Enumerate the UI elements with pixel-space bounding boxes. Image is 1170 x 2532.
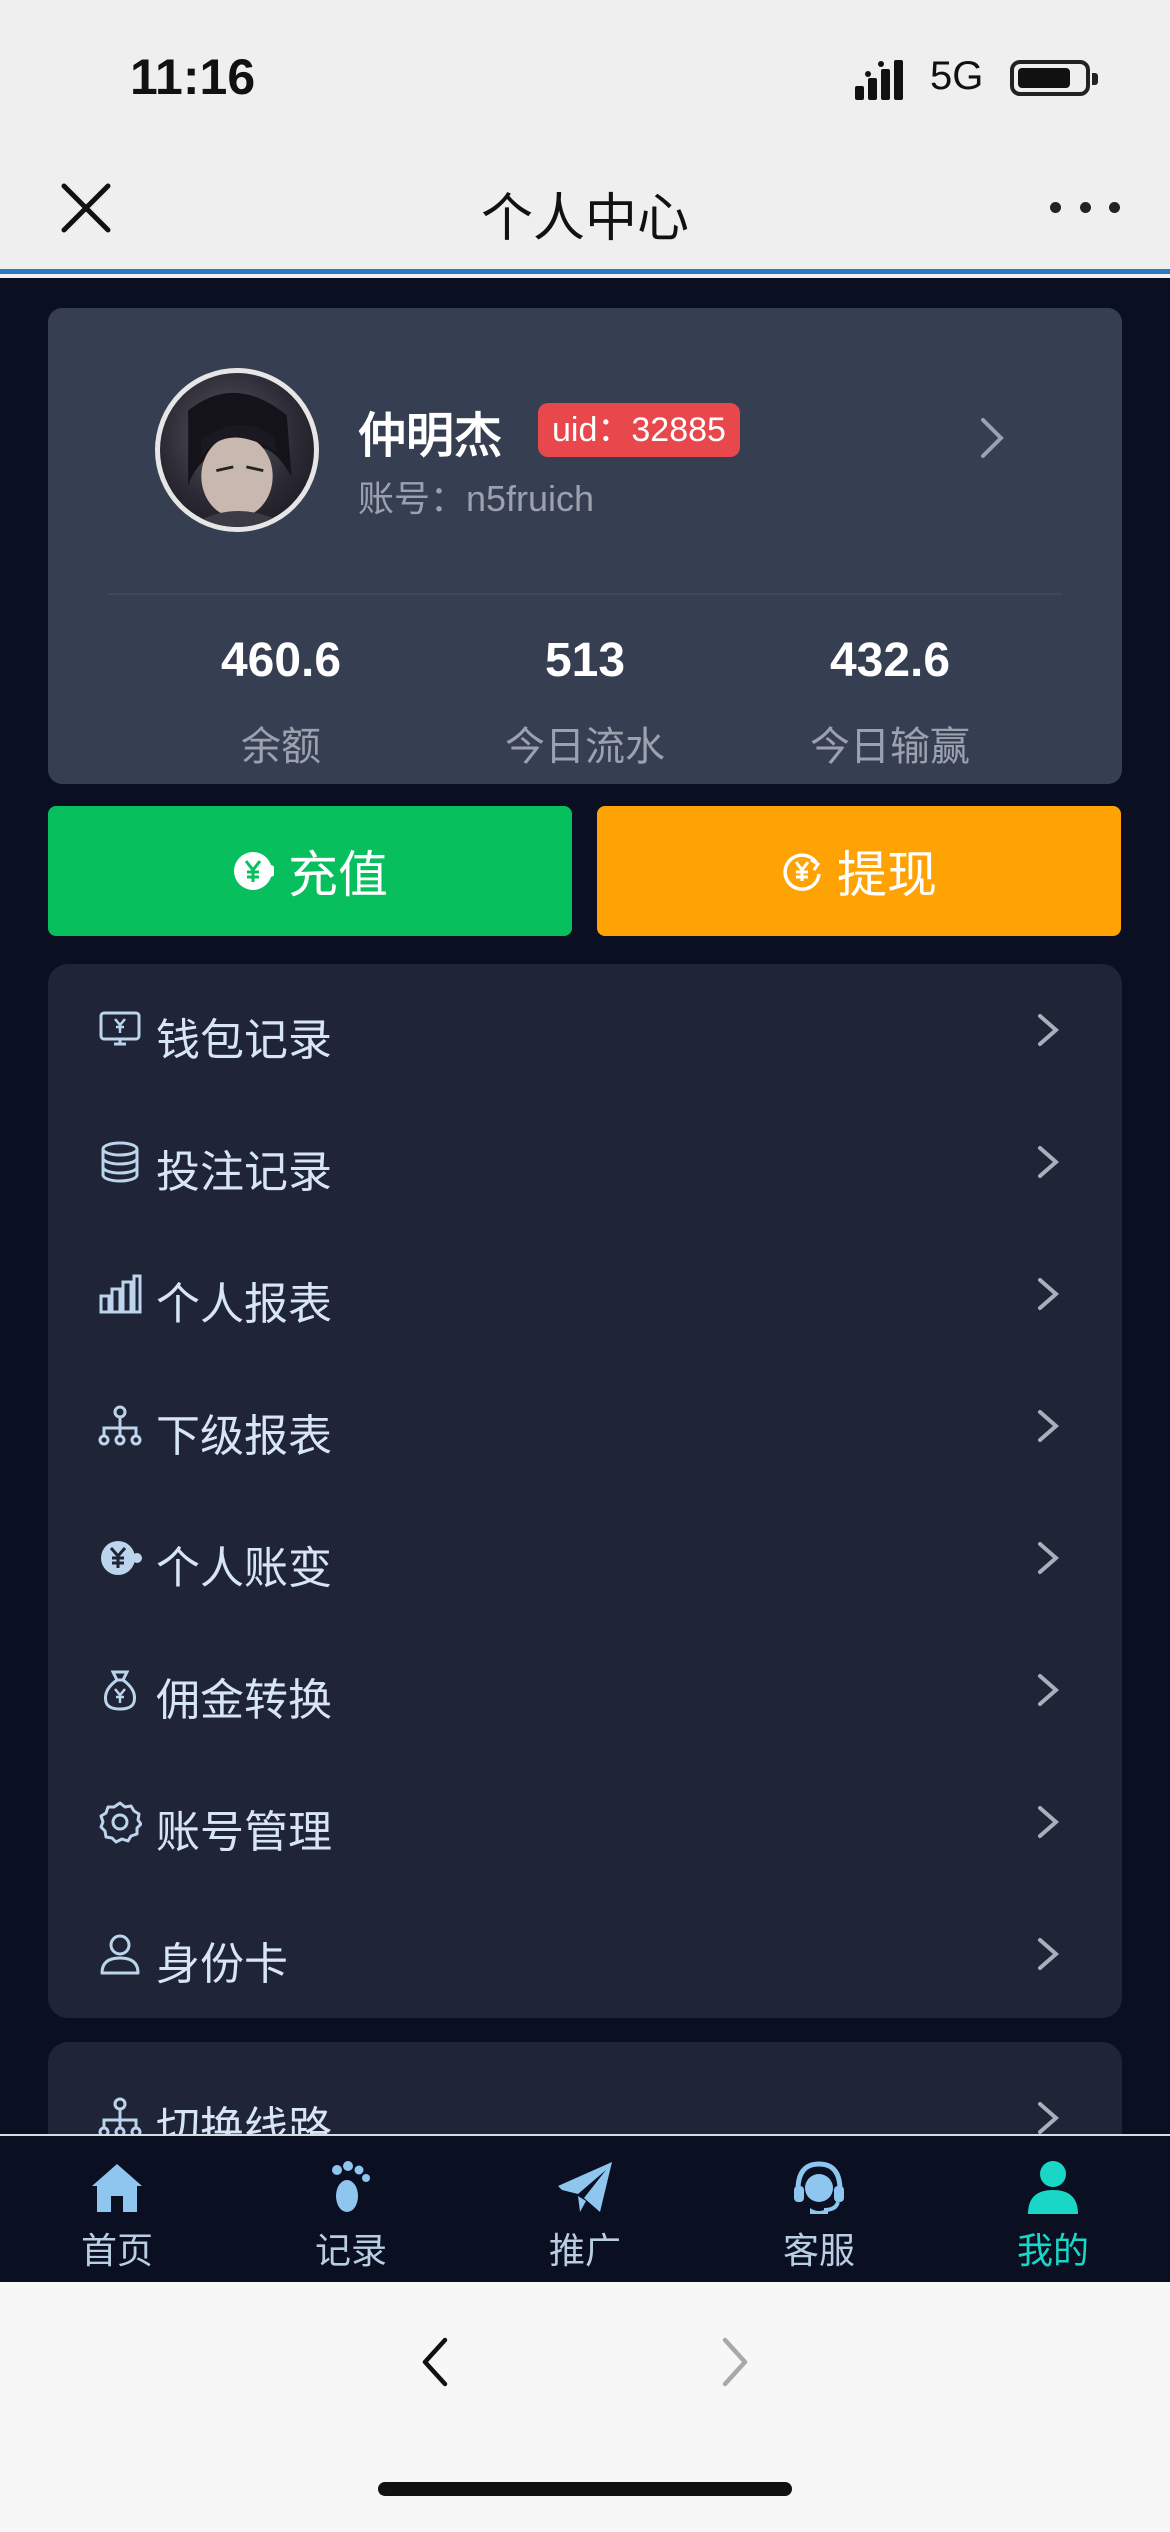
stat-value: 432.6 (829, 634, 951, 687)
stat-label: 今日输赢 (810, 725, 970, 769)
menu-item-account-changes[interactable]: 个人账变 (48, 1492, 1122, 1624)
chevron-right-icon (1038, 1146, 1060, 1178)
database-icon (101, 1141, 139, 1183)
stat-label: 今日流水 (505, 725, 665, 769)
menu-label: 切换线路 (156, 2104, 332, 2134)
avatar[interactable] (155, 368, 319, 532)
menu-item-personal-report[interactable]: 个人报表 (48, 1228, 1122, 1360)
menu-item-wallet-records[interactable]: 钱包记录 (48, 964, 1122, 1096)
tab-records[interactable]: 记录 (234, 2156, 468, 2274)
divider (108, 593, 1062, 595)
tab-label: 首页 (80, 2230, 153, 2271)
uid-badge: uid：32885 (538, 403, 740, 457)
tab-label: 客服 (782, 2230, 855, 2271)
battery-icon (1010, 60, 1098, 96)
wallet-monitor-icon (99, 1011, 141, 1046)
tab-bar: 首页 记录 推广 客服 我的 (0, 2134, 1170, 2282)
tab-home[interactable]: 首页 (0, 2156, 234, 2274)
menu-label: 个人报表 (156, 1280, 332, 1329)
gear-icon (99, 1801, 142, 1844)
yen-refresh-icon (783, 853, 821, 891)
org-tree-icon (98, 2097, 142, 2134)
menu-label: 下级报表 (156, 1412, 332, 1461)
navbar: 个人中心 (0, 150, 1170, 274)
menu-label: 投注记录 (156, 1148, 332, 1197)
menu-item-bet-records[interactable]: 投注记录 (48, 1096, 1122, 1228)
more-options-button[interactable] (1050, 182, 1120, 232)
chevron-right-icon (1038, 1014, 1060, 1046)
menu-label: 钱包记录 (156, 1016, 332, 1065)
chevron-right-icon (1038, 1806, 1060, 1838)
menu-label: 身份卡 (156, 1940, 288, 1989)
user-icon (100, 1934, 140, 1975)
home-icon (92, 2164, 142, 2212)
org-tree-icon (98, 1405, 142, 1446)
stat-label: 余额 (241, 725, 321, 769)
menu-card-secondary: 切换线路 (48, 2042, 1122, 2134)
headset-icon (794, 2161, 844, 2214)
forward-icon[interactable] (715, 2332, 755, 2392)
recharge-label: 充值 (288, 847, 388, 903)
chevron-right-icon (1038, 1542, 1060, 1574)
status-bar: 11:16 5G (0, 0, 1170, 150)
chevron-right-icon[interactable] (973, 408, 1013, 468)
page-title: 个人中心 (480, 190, 689, 248)
account-name: 账号：n5fruich (358, 478, 595, 519)
chevron-right-icon (1038, 2102, 1060, 2134)
chevron-right-icon (1038, 1278, 1060, 1310)
menu-item-subordinate-report[interactable]: 下级报表 (48, 1360, 1122, 1492)
status-time: 11:16 (130, 49, 256, 105)
profile-name: 仲明杰 (358, 410, 503, 463)
stat-turnover: 513 今日流水 (415, 633, 755, 772)
home-indicator (378, 2482, 792, 2496)
menu-label: 佣金转换 (156, 1676, 332, 1725)
menu-item-switch-line[interactable]: 切换线路 (48, 2052, 1122, 2134)
paper-plane-icon (558, 2162, 612, 2212)
tab-label: 记录 (314, 2230, 387, 2271)
yen-coin-icon (234, 852, 274, 890)
network-label: 5G (930, 54, 984, 98)
tab-label: 我的 (1016, 2230, 1089, 2271)
main-content: 仲明杰 uid：32885 账号：n5fruich 460.6 余额 513 今… (0, 278, 1170, 2134)
profile-card[interactable]: 仲明杰 uid：32885 账号：n5fruich 460.6 余额 513 今… (48, 308, 1122, 784)
tab-label: 推广 (548, 2230, 621, 2271)
tab-mine[interactable]: 我的 (936, 2156, 1170, 2274)
chevron-right-icon (1038, 1938, 1060, 1970)
bar-chart-icon (99, 1274, 142, 1314)
money-bag-icon (104, 1670, 136, 1711)
menu-label: 个人账变 (156, 1544, 332, 1593)
tab-customer-service[interactable]: 客服 (702, 2156, 936, 2274)
withdraw-button[interactable]: 提现 (597, 806, 1121, 936)
menu-card: 钱包记录 投注记录 个人报表 下级报表 个人账变 佣金转换 账号管理 身份卡 (48, 964, 1122, 2018)
footprint-icon (332, 2161, 370, 2212)
chevron-right-icon (1038, 1410, 1060, 1442)
tab-promote[interactable]: 推广 (468, 2156, 702, 2274)
menu-item-id-card[interactable]: 身份卡 (48, 1888, 1122, 2020)
withdraw-label: 提现 (837, 847, 937, 903)
back-icon[interactable] (415, 2332, 455, 2392)
chevron-right-icon (1038, 1674, 1060, 1706)
recharge-button[interactable]: 充值 (48, 806, 572, 936)
stat-balance: 460.6 余额 (111, 633, 451, 772)
menu-label: 账号管理 (156, 1808, 332, 1857)
signal-icon (855, 60, 903, 100)
stat-value: 460.6 (220, 634, 342, 687)
user-icon (1028, 2161, 1078, 2214)
stat-value: 513 (544, 634, 626, 687)
browser-toolbar (0, 2282, 1170, 2532)
stat-winloss: 432.6 今日输赢 (720, 633, 1060, 772)
yen-coin-icon (101, 1541, 142, 1575)
menu-item-commission-convert[interactable]: 佣金转换 (48, 1624, 1122, 1756)
menu-item-account-management[interactable]: 账号管理 (48, 1756, 1122, 1888)
